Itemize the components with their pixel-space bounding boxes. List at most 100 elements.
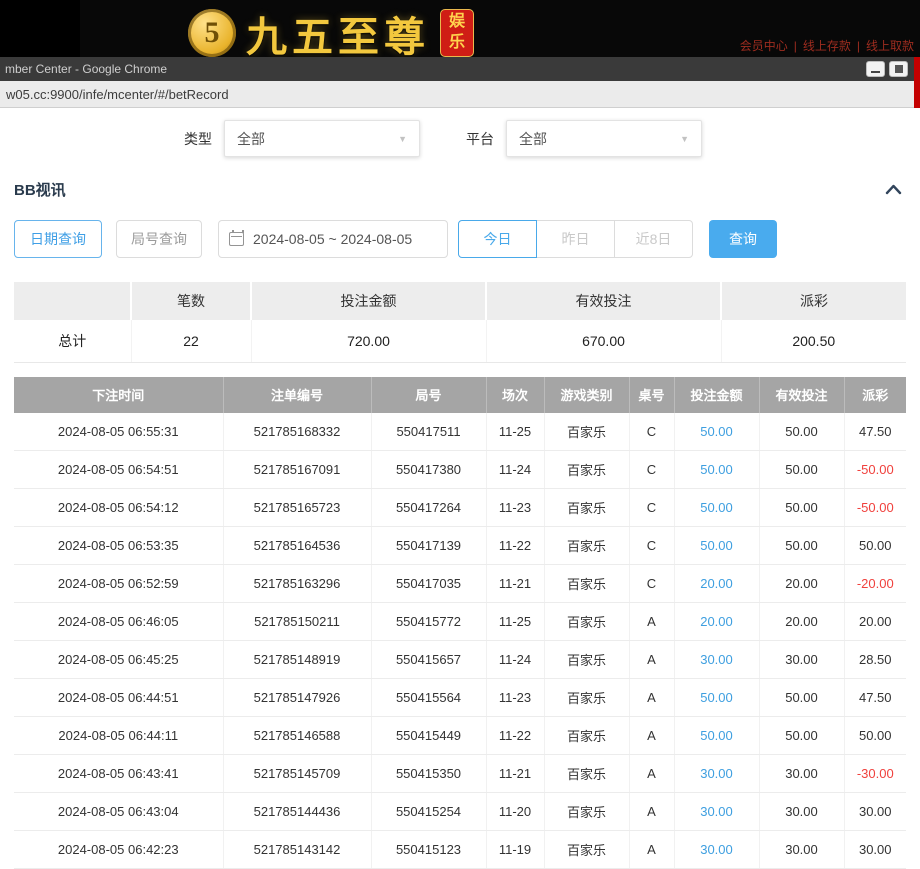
round-number-cell: 550417035 (371, 565, 486, 603)
bet-amount-cell[interactable]: 50.00 (674, 413, 759, 451)
table-row: 2024-08-05 06:52:59521785163296550417035… (14, 565, 906, 603)
bet-amount-cell[interactable]: 30.00 (674, 831, 759, 869)
window-title: mber Center - Google Chrome (5, 62, 167, 76)
session-cell: 11-25 (486, 413, 544, 451)
bet-header-cell: 下注时间 (14, 377, 223, 413)
quick-range-group: 今日 昨日 近8日 (458, 220, 693, 258)
table-number-cell: C (629, 565, 674, 603)
recent8-button[interactable]: 近8日 (614, 220, 693, 258)
url-text: w05.cc:9900/infe/mcenter/#/betRecord (6, 87, 229, 102)
site-header: 5 九五至尊 娱乐 会员中心|线上存款|线上取款 (0, 0, 920, 57)
table-number-cell: A (629, 603, 674, 641)
maximize-icon (895, 65, 903, 73)
section-header: BB视讯 (0, 179, 920, 200)
bet-header-cell: 注单编号 (223, 377, 371, 413)
round-number-cell: 550415772 (371, 603, 486, 641)
platform-select-value: 全部 (519, 129, 680, 149)
game-type-cell: 百家乐 (544, 831, 629, 869)
nav-link-2[interactable]: 线上取款 (866, 37, 914, 54)
logo-badge: 娱乐 (440, 9, 474, 57)
payout-cell: -20.00 (844, 565, 906, 603)
bet-time-cell: 2024-08-05 06:44:51 (14, 679, 223, 717)
valid-bet-cell: 50.00 (759, 717, 844, 755)
yesterday-button[interactable]: 昨日 (536, 220, 615, 258)
table-number-cell: C (629, 413, 674, 451)
bet-table: 下注时间注单编号局号场次游戏类别桌号投注金额有效投注派彩 2024-08-05 … (14, 377, 906, 869)
platform-filter-label: 平台 (466, 129, 494, 149)
session-cell: 11-21 (486, 755, 544, 793)
valid-bet-cell: 30.00 (759, 755, 844, 793)
session-cell: 11-22 (486, 717, 544, 755)
nav-link-1[interactable]: 线上存款 (803, 37, 851, 54)
session-cell: 11-23 (486, 679, 544, 717)
collapse-button[interactable] (885, 184, 902, 195)
payout-cell: 50.00 (844, 717, 906, 755)
payout-cell: 47.50 (844, 413, 906, 451)
bet-amount-cell[interactable]: 50.00 (674, 679, 759, 717)
valid-bet-cell: 30.00 (759, 641, 844, 679)
maximize-button[interactable] (889, 61, 908, 77)
summary-total-row: 总计22720.00670.00200.50 (14, 320, 906, 362)
summary-header-row: 笔数投注金额有效投注派彩 (14, 282, 906, 320)
bet-number-cell: 521785168332 (223, 413, 371, 451)
payout-cell: 30.00 (844, 793, 906, 831)
bet-time-cell: 2024-08-05 06:45:25 (14, 641, 223, 679)
today-button[interactable]: 今日 (458, 220, 537, 258)
platform-select[interactable]: 全部 ▼ (506, 120, 702, 157)
coin-logo-icon: 5 (188, 9, 236, 57)
summary-value-cell: 22 (131, 320, 251, 362)
window-controls (866, 61, 908, 77)
bet-number-cell: 521785143142 (223, 831, 371, 869)
bet-amount-cell[interactable]: 20.00 (674, 565, 759, 603)
bet-amount-cell[interactable]: 50.00 (674, 717, 759, 755)
badge-text: 娱乐 (449, 12, 465, 54)
date-range-input[interactable]: 2024-08-05 ~ 2024-08-05 (218, 220, 448, 258)
date-query-button[interactable]: 日期查询 (14, 220, 102, 258)
url-bar[interactable]: w05.cc:9900/infe/mcenter/#/betRecord (0, 81, 920, 108)
game-type-cell: 百家乐 (544, 679, 629, 717)
valid-bet-cell: 20.00 (759, 603, 844, 641)
summary-value-cell: 720.00 (251, 320, 486, 362)
bet-time-cell: 2024-08-05 06:53:35 (14, 527, 223, 565)
summary-value-cell: 670.00 (486, 320, 721, 362)
round-number-cell: 550417264 (371, 489, 486, 527)
bet-amount-cell[interactable]: 20.00 (674, 603, 759, 641)
nav-separator: | (857, 39, 860, 53)
bet-amount-cell[interactable]: 30.00 (674, 641, 759, 679)
search-button[interactable]: 查询 (709, 220, 777, 258)
browser-titlebar: mber Center - Google Chrome (0, 57, 920, 81)
valid-bet-cell: 50.00 (759, 489, 844, 527)
bet-time-cell: 2024-08-05 06:46:05 (14, 603, 223, 641)
type-select[interactable]: 全部 ▼ (224, 120, 420, 157)
chevron-down-icon: ▼ (398, 134, 407, 144)
summary-table: 笔数投注金额有效投注派彩 总计22720.00670.00200.50 (14, 282, 906, 363)
minimize-button[interactable] (866, 61, 885, 77)
table-row: 2024-08-05 06:55:31521785168332550417511… (14, 413, 906, 451)
round-number-cell: 550415350 (371, 755, 486, 793)
table-row: 2024-08-05 06:53:35521785164536550417139… (14, 527, 906, 565)
game-type-cell: 百家乐 (544, 565, 629, 603)
bet-amount-cell[interactable]: 50.00 (674, 451, 759, 489)
bet-amount-cell[interactable]: 50.00 (674, 489, 759, 527)
header-nav: 会员中心|线上存款|线上取款 (740, 37, 914, 54)
bet-header-cell: 桌号 (629, 377, 674, 413)
bet-header-cell: 游戏类别 (544, 377, 629, 413)
bet-number-cell: 521785150211 (223, 603, 371, 641)
bet-header-cell: 有效投注 (759, 377, 844, 413)
table-row: 2024-08-05 06:42:23521785143142550415123… (14, 831, 906, 869)
session-cell: 11-24 (486, 451, 544, 489)
summary-header-cell: 有效投注 (486, 282, 721, 320)
bet-time-cell: 2024-08-05 06:43:04 (14, 793, 223, 831)
calendar-icon (229, 232, 244, 246)
page: 5 九五至尊 娱乐 会员中心|线上存款|线上取款 mber Center - G… (0, 0, 920, 860)
round-query-button[interactable]: 局号查询 (116, 220, 202, 258)
bet-amount-cell[interactable]: 30.00 (674, 793, 759, 831)
bet-number-cell: 521785147926 (223, 679, 371, 717)
header-left-block (0, 0, 80, 57)
nav-link-0[interactable]: 会员中心 (740, 37, 788, 54)
payout-cell: 20.00 (844, 603, 906, 641)
bet-amount-cell[interactable]: 30.00 (674, 755, 759, 793)
payout-cell: 50.00 (844, 527, 906, 565)
bet-amount-cell[interactable]: 50.00 (674, 527, 759, 565)
game-type-cell: 百家乐 (544, 641, 629, 679)
